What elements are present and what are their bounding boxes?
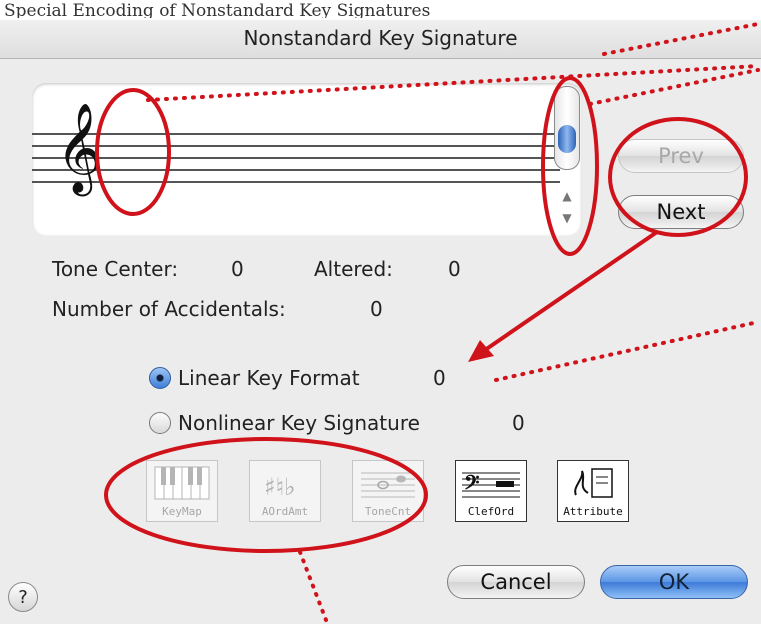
staff-callout-circle — [95, 88, 171, 216]
callout-arrow — [483, 230, 659, 352]
dotted-leader-line — [602, 22, 760, 56]
annotation-overlay — [95, 22, 760, 622]
dotted-leader-line — [298, 550, 328, 622]
tools-callout-circle — [104, 437, 428, 553]
prev-next-callout-circle — [608, 117, 748, 237]
dotted-leader-line — [146, 64, 760, 102]
arrow-head-icon — [468, 340, 494, 362]
dotted-leader-line — [494, 320, 760, 382]
